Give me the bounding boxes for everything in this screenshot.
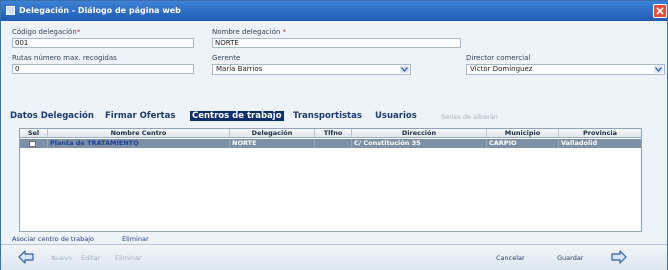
cell-provincia: Valladolid xyxy=(561,139,598,147)
eliminar-link[interactable]: Eliminar xyxy=(122,235,149,243)
guardar-button[interactable]: Guardar xyxy=(557,254,583,262)
column-header-delegacion[interactable]: Delegación xyxy=(230,129,315,138)
cell-tlfno xyxy=(315,139,352,148)
title-bar: Delegación - Diálogo de página web xyxy=(1,1,667,21)
cell-nombre-centro[interactable]: Planta de TRATAMIENTO xyxy=(48,139,230,148)
tab-usuarios[interactable]: Usuarios xyxy=(375,111,417,121)
nombre-input[interactable]: NORTE xyxy=(212,38,461,48)
rutas-input[interactable]: 0 xyxy=(12,64,194,74)
cell-delegacion: NORTE xyxy=(230,139,315,148)
tab-series-de-albaran: Series de albarán xyxy=(441,113,498,121)
codigo-input[interactable]: 001 xyxy=(12,38,194,48)
chevron-down-icon[interactable] xyxy=(400,66,409,73)
director-value: Víctor Domínguez xyxy=(470,65,533,73)
tab-centros-de-trabajo[interactable]: Centros de trabajo xyxy=(190,111,284,121)
back-arrow-icon[interactable] xyxy=(18,250,34,264)
cell-direccion: C/ Constitución 35 xyxy=(352,139,487,148)
tab-firmar-ofertas[interactable]: Firmar Ofertas xyxy=(105,111,175,121)
table-row[interactable]: Planta de TRATAMIENTO NORTE C/ Constituc… xyxy=(20,139,641,148)
director-label: Director comercial xyxy=(466,54,531,62)
column-header-provincia[interactable]: Provincia xyxy=(559,129,641,138)
footer-toolbar: Nuevo Editar Eliminar Cancelar Guardar xyxy=(1,244,667,270)
nombre-label: Nombre delegación * xyxy=(212,28,287,36)
column-header-tlfno[interactable]: Tlfno xyxy=(315,129,352,138)
column-header-nombre-centro[interactable]: Nombre Centro xyxy=(48,129,230,138)
gerente-label: Gerente xyxy=(212,54,241,62)
rutas-label: Rutas número max. recogidas xyxy=(12,54,117,62)
row-checkbox[interactable] xyxy=(29,141,36,147)
asociar-centro-link[interactable]: Asociar centro de trabajo xyxy=(12,235,94,243)
dialog-window: Delegación - Diálogo de página web Códig… xyxy=(0,0,668,270)
column-header-direccion[interactable]: Dirección xyxy=(352,129,487,138)
row-select-cell xyxy=(20,139,48,148)
column-header-municipio[interactable]: Municipio xyxy=(487,129,559,138)
grid-header: Sel Nombre Centro Delegación Tlfno Direc… xyxy=(20,129,641,138)
cell-municipio: CARPIO xyxy=(487,139,559,148)
nuevo-button: Nuevo xyxy=(51,254,72,262)
column-header-sel[interactable]: Sel xyxy=(20,129,48,138)
tab-transportistas[interactable]: Transportistas xyxy=(293,111,362,121)
centros-grid: Sel Nombre Centro Delegación Tlfno Direc… xyxy=(19,128,642,232)
editar-button: Editar xyxy=(81,254,101,262)
window-title: Delegación - Diálogo de página web xyxy=(19,6,181,15)
codigo-label: Código delegación* xyxy=(12,28,81,36)
close-icon[interactable] xyxy=(653,4,667,18)
gerente-value: María Barrios xyxy=(216,65,263,73)
cancelar-button[interactable]: Cancelar xyxy=(496,254,525,262)
forward-arrow-icon[interactable] xyxy=(611,250,627,264)
app-icon xyxy=(6,6,15,15)
chevron-down-icon[interactable] xyxy=(654,66,663,73)
tab-datos-delegacion[interactable]: Datos Delegación xyxy=(10,111,94,121)
gerente-select[interactable]: María Barrios xyxy=(212,64,411,75)
eliminar-button: Eliminar xyxy=(115,254,142,262)
director-select[interactable]: Víctor Domínguez xyxy=(466,64,665,75)
